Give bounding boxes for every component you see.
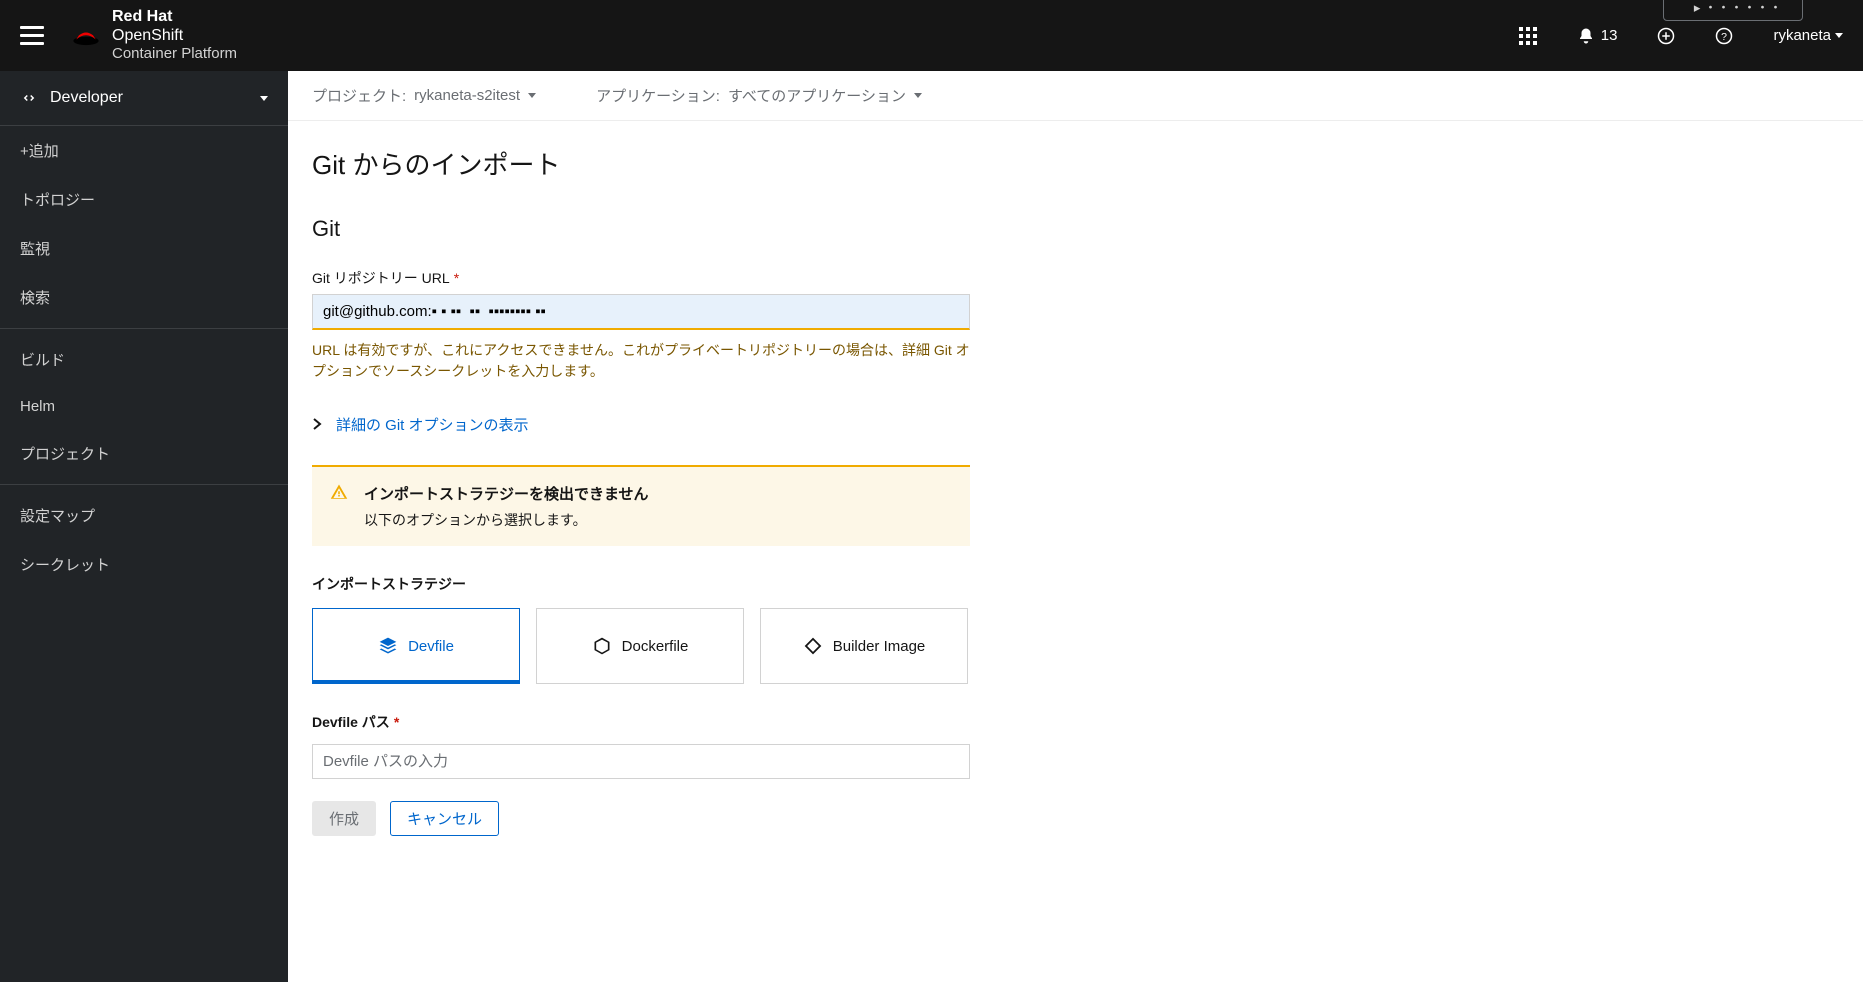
- import-quick-button[interactable]: [1657, 27, 1675, 45]
- nav-monitoring[interactable]: 監視: [0, 224, 288, 273]
- devfile-path-label: Devfile パス *: [312, 712, 1264, 732]
- sidebar: Developer +追加 トポロジー 監視 検索 ビルド Helm プロジェク…: [0, 71, 288, 982]
- strategy-options: Devfile Dockerfile Builder Image: [312, 608, 1264, 684]
- caret-down-icon: [260, 96, 268, 101]
- nav-separator: [0, 484, 288, 485]
- brand-logo: Red HatOpenShift Container Platform: [72, 8, 237, 62]
- cube-icon: [592, 636, 612, 656]
- bell-icon: [1577, 27, 1595, 45]
- user-menu[interactable]: rykaneta: [1773, 27, 1843, 44]
- warning-triangle-icon: [330, 483, 348, 504]
- import-strategy-label: インポートストラテジー: [312, 574, 1264, 594]
- nav-topology[interactable]: トポロジー: [0, 175, 288, 224]
- topbar: ▸ ・・・・・・ Red HatOpenShift Container Plat…: [0, 0, 1863, 71]
- alert-body: 以下のオプションから選択します。: [364, 510, 954, 530]
- page-title: Git からのインポート: [312, 145, 1264, 182]
- git-url-warning: URL は有効ですが、これにアクセスできません。これがプライベートリポジトリーの…: [312, 340, 970, 382]
- code-icon: [20, 89, 38, 107]
- project-selector[interactable]: プロジェクト: rykaneta-s2itest: [312, 85, 536, 106]
- nav-project[interactable]: プロジェクト: [0, 429, 288, 478]
- nav-separator: [0, 328, 288, 329]
- app-launcher-button[interactable]: [1519, 27, 1537, 45]
- caret-down-icon: [528, 93, 536, 98]
- svg-text:?: ?: [1722, 30, 1728, 42]
- question-circle-icon: ?: [1715, 27, 1733, 45]
- required-asterisk: *: [454, 270, 459, 286]
- brand-line2: Container Platform: [112, 45, 237, 62]
- hamburger-menu-button[interactable]: [20, 24, 44, 48]
- caret-down-icon: [1835, 33, 1843, 38]
- advanced-git-options-toggle[interactable]: 詳細の Git オプションの表示: [312, 414, 1264, 435]
- form-footer-actions: 作成 キャンセル: [312, 801, 1264, 836]
- git-url-label: Git リポジトリー URL *: [312, 268, 1264, 288]
- create-button[interactable]: 作成: [312, 801, 376, 836]
- grid-icon: [1519, 27, 1537, 45]
- devfile-path-input[interactable]: [312, 744, 970, 779]
- redhat-fedora-icon: [72, 25, 100, 47]
- strategy-builder-image[interactable]: Builder Image: [760, 608, 968, 684]
- notification-count: 13: [1601, 27, 1618, 44]
- strategy-devfile[interactable]: Devfile: [312, 608, 520, 684]
- caret-down-icon: [914, 93, 922, 98]
- nav-helm[interactable]: Helm: [0, 384, 288, 429]
- nav-builds[interactable]: ビルド: [0, 335, 288, 384]
- nav-add[interactable]: +追加: [0, 126, 288, 175]
- strategy-dockerfile[interactable]: Dockerfile: [536, 608, 744, 684]
- plus-circle-icon: [1657, 27, 1675, 45]
- alert-title: インポートストラテジーを検出できません: [364, 483, 954, 504]
- application-selector[interactable]: アプリケーション: すべてのアプリケーション: [596, 85, 922, 106]
- strategy-detection-alert: インポートストラテジーを検出できません 以下のオプションから選択します。: [312, 465, 970, 546]
- perspective-switcher[interactable]: Developer: [0, 71, 288, 126]
- chevron-right-icon: [312, 417, 322, 433]
- main-content: プロジェクト: rykaneta-s2itest アプリケーション: すべてのア…: [288, 71, 1863, 982]
- perspective-label: Developer: [50, 89, 123, 107]
- diamond-icon: [803, 636, 823, 656]
- help-button[interactable]: ?: [1715, 27, 1733, 45]
- cancel-button[interactable]: キャンセル: [390, 801, 499, 836]
- notifications-button[interactable]: 13: [1577, 27, 1618, 45]
- topbar-chip-fragment: ▸ ・・・・・・: [1663, 0, 1803, 21]
- brand-line1: Red HatOpenShift: [112, 8, 237, 45]
- git-url-input[interactable]: [312, 294, 970, 330]
- nav-configmaps[interactable]: 設定マップ: [0, 491, 288, 540]
- required-asterisk: *: [394, 714, 399, 730]
- username: rykaneta: [1773, 27, 1831, 44]
- layers-icon: [378, 636, 398, 656]
- nav-search[interactable]: 検索: [0, 273, 288, 322]
- context-bar: プロジェクト: rykaneta-s2itest アプリケーション: すべてのア…: [288, 71, 1863, 121]
- git-section-title: Git: [312, 216, 1264, 242]
- nav-secrets[interactable]: シークレット: [0, 540, 288, 589]
